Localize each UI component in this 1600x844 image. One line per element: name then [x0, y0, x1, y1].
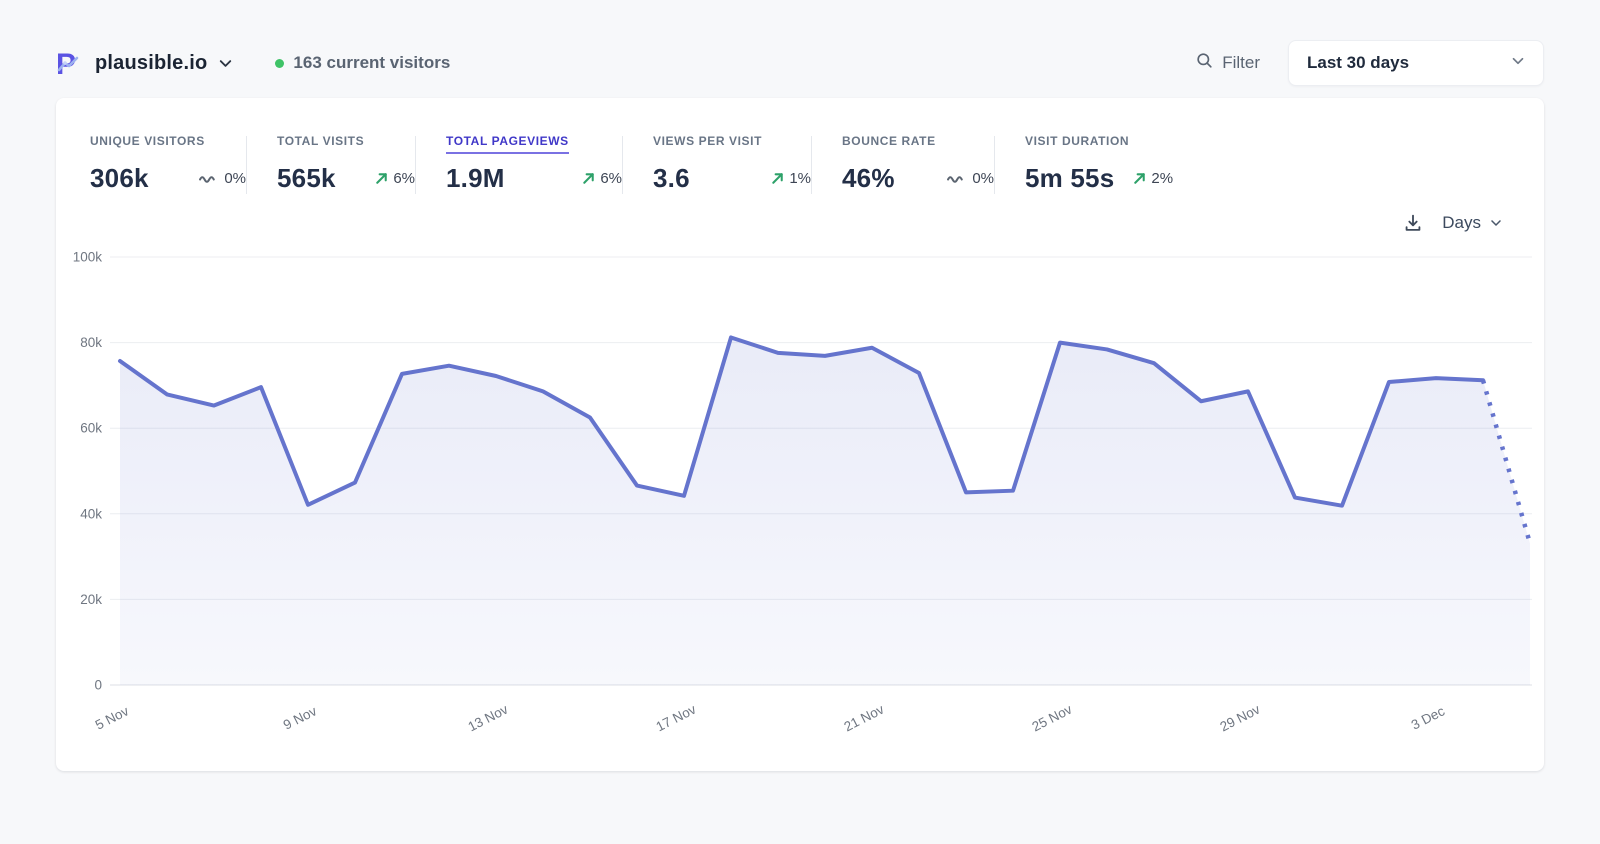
topbar-right: Filter Last 30 days	[1195, 40, 1544, 86]
stat-change: 6%	[581, 170, 622, 187]
divider	[246, 136, 247, 194]
date-range-value: Last 30 days	[1307, 53, 1409, 73]
analytics-card: UNIQUE VISITORS 306k 0% TOTAL VISITS 565…	[56, 98, 1544, 771]
arrow-up-right-icon	[374, 171, 389, 186]
stat-change-value: 6%	[393, 170, 415, 187]
stat-change-value: 0%	[972, 170, 994, 187]
divider	[994, 136, 995, 194]
y-axis-label: 60k	[80, 421, 102, 436]
current-visitors-label: 163 current visitors	[293, 53, 450, 73]
stat-label[interactable]: TOTAL VISITS	[277, 134, 364, 154]
chevron-down-icon	[1509, 52, 1527, 75]
stat-total-pageviews[interactable]: TOTAL PAGEVIEWS 1.9M 6%	[446, 134, 622, 194]
x-axis-label: 29 Nov	[1217, 701, 1262, 734]
tilde-icon	[198, 173, 220, 185]
x-axis-label: 13 Nov	[465, 701, 510, 734]
filter-button[interactable]: Filter	[1195, 51, 1260, 75]
y-axis-label: 0	[94, 678, 102, 693]
stat-change-value: 2%	[1151, 170, 1173, 187]
stat-unique-visitors[interactable]: UNIQUE VISITORS 306k 0%	[90, 134, 246, 194]
y-axis-label: 100k	[73, 250, 103, 265]
x-axis-label: 9 Nov	[281, 703, 319, 732]
stat-label[interactable]: TOTAL PAGEVIEWS	[446, 134, 569, 154]
live-dot-icon	[275, 59, 284, 68]
search-icon	[1195, 51, 1214, 75]
topbar: P plausible.io 163 current visitors Filt…	[56, 38, 1544, 88]
arrow-up-right-icon	[581, 171, 596, 186]
divider	[622, 136, 623, 194]
area-fill	[120, 337, 1530, 685]
stat-change-value: 6%	[600, 170, 622, 187]
stat-bounce-rate[interactable]: BOUNCE RATE 46% 0%	[842, 134, 994, 194]
x-axis-label: 5 Nov	[93, 703, 131, 732]
y-axis-label: 40k	[80, 506, 102, 521]
interval-select[interactable]: Days	[1442, 213, 1504, 233]
stat-label[interactable]: VIEWS PER VISIT	[653, 134, 762, 154]
stat-change: 0%	[946, 170, 994, 187]
chevron-down-icon	[1488, 215, 1504, 231]
chart-controls: Days	[56, 208, 1544, 238]
filter-label: Filter	[1222, 53, 1260, 73]
stat-label[interactable]: BOUNCE RATE	[842, 134, 936, 154]
chevron-down-icon[interactable]	[216, 54, 235, 73]
divider	[811, 136, 812, 194]
chart-svg: 100k 80k 60k 40k 20k 0 5 Nov 9 Nov 13 Nov 17 Nov 2…	[56, 240, 1544, 748]
interval-label: Days	[1442, 213, 1481, 233]
stat-label[interactable]: UNIQUE VISITORS	[90, 134, 205, 154]
stat-total-visits[interactable]: TOTAL VISITS 565k 6%	[277, 134, 415, 194]
stat-change: 2%	[1132, 170, 1173, 187]
x-axis-label: 3 Dec	[1409, 703, 1447, 732]
stat-value: 3.6	[653, 163, 690, 194]
tilde-icon	[946, 173, 968, 185]
divider	[415, 136, 416, 194]
site-name: plausible.io	[95, 52, 207, 75]
stat-change-value: 1%	[789, 170, 811, 187]
current-visitors[interactable]: 163 current visitors	[275, 53, 450, 73]
stat-visit-duration[interactable]: VISIT DURATION 5m 55s 2%	[1025, 134, 1173, 194]
date-range-select[interactable]: Last 30 days	[1288, 40, 1544, 86]
stats-row: UNIQUE VISITORS 306k 0% TOTAL VISITS 565…	[56, 134, 1544, 194]
stat-label[interactable]: VISIT DURATION	[1025, 134, 1129, 154]
stat-views-per-visit[interactable]: VIEWS PER VISIT 3.6 1%	[653, 134, 811, 194]
stat-value: 1.9M	[446, 163, 505, 194]
plausible-logo-icon: P	[56, 48, 84, 78]
y-axis-label: 80k	[80, 335, 102, 350]
pageviews-chart[interactable]: 100k 80k 60k 40k 20k 0 5 Nov 9 Nov 13 Nov 17 Nov 2…	[56, 240, 1544, 753]
x-axis-label: 21 Nov	[841, 701, 886, 734]
download-icon	[1402, 212, 1424, 234]
stat-change: 6%	[374, 170, 415, 187]
stat-value: 306k	[90, 163, 149, 194]
site-switcher[interactable]: P plausible.io	[56, 48, 235, 78]
stat-change: 1%	[770, 170, 811, 187]
x-axis-label: 17 Nov	[653, 701, 698, 734]
stat-change: 0%	[198, 170, 246, 187]
stat-value: 46%	[842, 163, 895, 194]
stat-value: 5m 55s	[1025, 163, 1114, 194]
arrow-up-right-icon	[1132, 171, 1147, 186]
download-button[interactable]	[1402, 212, 1424, 234]
y-axis-label: 20k	[80, 592, 102, 607]
x-axis-label: 25 Nov	[1029, 701, 1074, 734]
stat-change-value: 0%	[224, 170, 246, 187]
stat-value: 565k	[277, 163, 336, 194]
arrow-up-right-icon	[770, 171, 785, 186]
